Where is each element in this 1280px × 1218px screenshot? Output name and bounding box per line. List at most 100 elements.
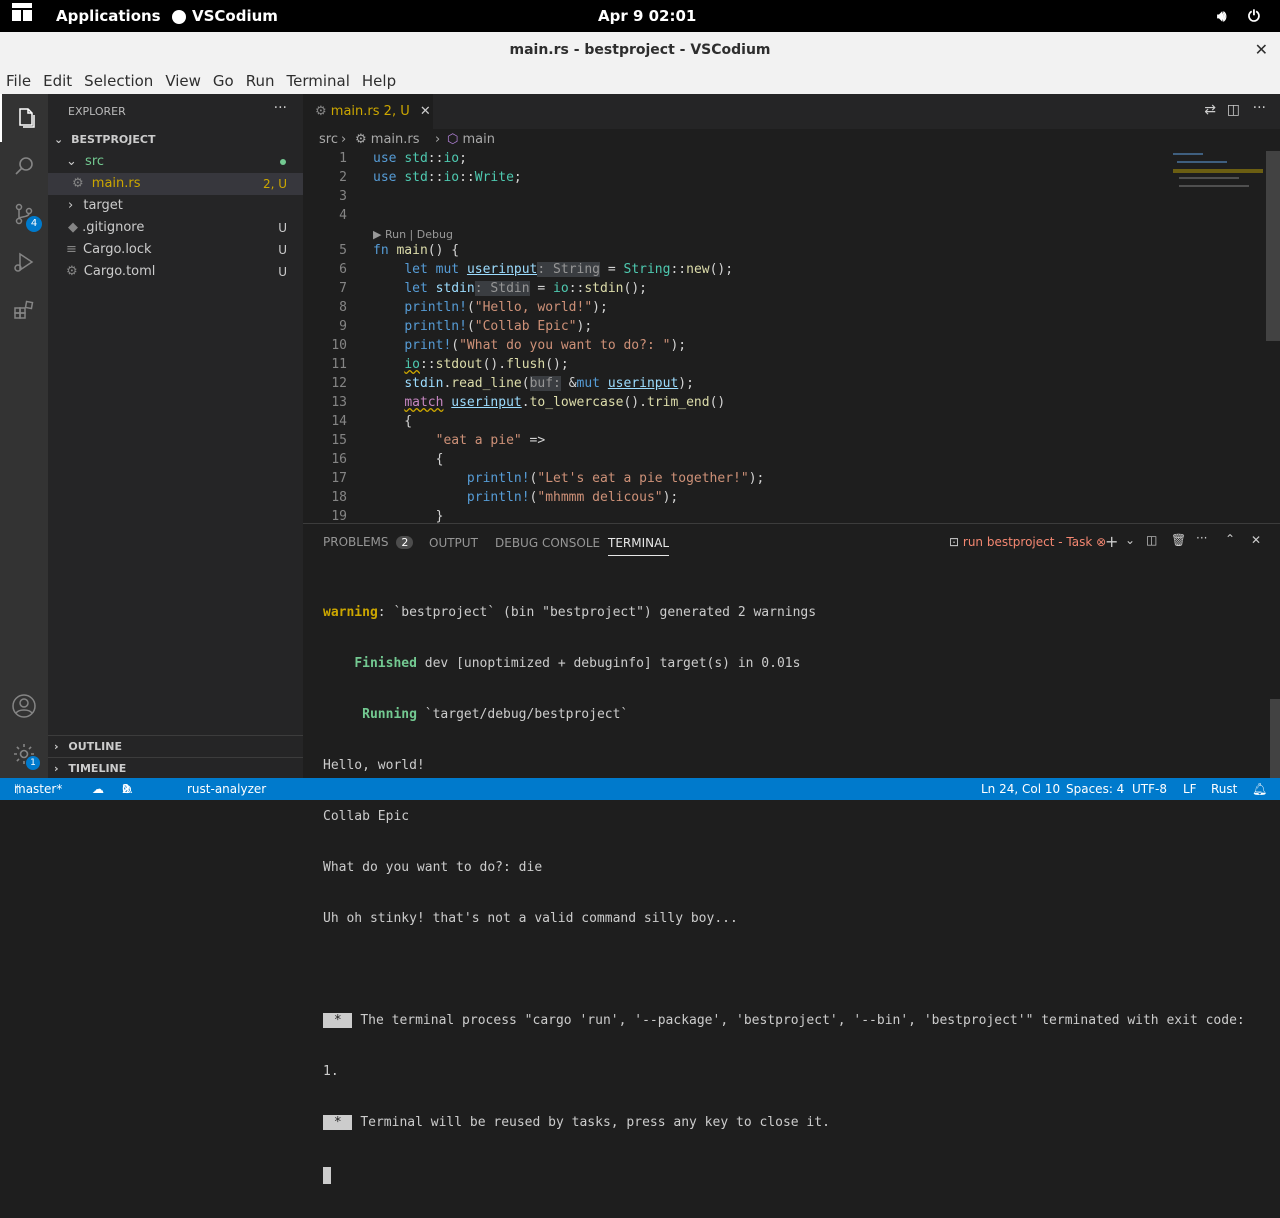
terminal-task-selector[interactable]: ⊡ run bestproject - Task ⊗	[949, 535, 1106, 549]
tab-label: main.rs	[330, 104, 380, 119]
rust-file-icon: ⚙︎	[315, 104, 327, 119]
line-number: 14	[331, 414, 347, 429]
problems-count-badge: 2	[396, 536, 414, 549]
menu-terminal[interactable]: Terminal	[281, 68, 356, 94]
outline-section[interactable]: › OUTLINE	[48, 735, 303, 758]
function-icon: ⬡	[447, 132, 459, 147]
terminal-icon: ⊡	[949, 535, 960, 549]
timeline-section[interactable]: › TIMELINE	[48, 757, 303, 780]
split-terminal-icon[interactable]: ◫	[1146, 533, 1157, 547]
terminal-line: Hello, world!	[323, 758, 425, 773]
compare-changes-icon[interactable]: ⇄	[1204, 102, 1216, 118]
tree-item-cargo-toml[interactable]: ⚙︎ Cargo.toml U	[48, 261, 303, 283]
menu-help[interactable]: Help	[356, 68, 402, 94]
code-line-18: println!("mhmmm delicous");	[466, 490, 679, 505]
tree-item-target[interactable]: › target	[48, 195, 303, 217]
volume-icon[interactable]: 🔊︎	[1217, 0, 1226, 32]
more-actions-icon[interactable]: ···	[274, 100, 287, 116]
minimap[interactable]	[1171, 151, 1267, 211]
tree-item-gitignore[interactable]: ◆ .gitignore U	[48, 217, 303, 239]
menu-edit[interactable]: Edit	[37, 68, 78, 94]
run-debug-icon[interactable]	[0, 238, 48, 286]
encoding[interactable]: UTF-8	[1132, 778, 1167, 800]
code-line-14: {	[373, 414, 413, 429]
code-editor[interactable]: 1 2 3 4 5 6 7 8 9 10 11 12 13 14 15 16 1…	[303, 151, 1280, 523]
menu-run[interactable]: Run	[240, 68, 281, 94]
manage-gear-icon[interactable]: 1	[0, 730, 48, 778]
breadcrumb-main[interactable]: ⬡ main	[447, 132, 495, 147]
power-icon[interactable]: ⏻	[1248, 0, 1260, 32]
terminal-output[interactable]: warning: `bestproject` (bin "bestproject…	[323, 570, 1263, 1218]
outline-header: OUTLINE	[68, 740, 122, 753]
clock[interactable]: Apr 9 02:01	[598, 0, 696, 32]
language-mode[interactable]: Rust	[1211, 778, 1237, 800]
cursor-position[interactable]: Ln 24, Col 10	[981, 778, 1060, 800]
editor-scrollbar[interactable]	[1266, 151, 1280, 341]
system-top-bar: Applications VSCodium Apr 9 02:01 🔊︎ ⏻	[0, 0, 1280, 32]
applications-menu[interactable]: Applications	[56, 0, 161, 32]
line-number: 1	[339, 151, 347, 166]
code-line-15: "eat a pie" =>	[435, 433, 546, 448]
source-control-icon[interactable]: 4	[0, 190, 48, 238]
tree-item-src[interactable]: ⌄ src	[48, 151, 303, 173]
new-terminal-icon[interactable]: +	[1105, 532, 1118, 551]
rust-analyzer-status[interactable]: rust-analyzer	[187, 778, 266, 800]
close-window-icon[interactable]: ✕	[1255, 32, 1268, 68]
split-editor-icon[interactable]: ◫	[1227, 102, 1240, 118]
activities-icon[interactable]	[12, 0, 32, 32]
chevron-down-icon[interactable]: ⌄	[1125, 533, 1135, 547]
terminal-scrollbar[interactable]	[1270, 699, 1280, 779]
breadcrumb-main-rs[interactable]: ⚙︎ main.rs	[355, 132, 420, 147]
terminal-message: Terminal will be reused by tasks, press …	[360, 1115, 830, 1130]
app-indicator[interactable]: VSCodium	[172, 0, 278, 32]
code-line-7: let stdin: Stdin = io::stdin();	[404, 281, 647, 296]
more-actions-icon[interactable]: ···	[1196, 531, 1207, 545]
trash-icon[interactable]: 🗑︎	[1171, 533, 1186, 547]
menu-selection[interactable]: Selection	[78, 68, 159, 94]
tab-label: PROBLEMS	[323, 535, 389, 549]
close-tab-icon[interactable]: ✕	[420, 104, 431, 119]
notifications-bell-icon[interactable]: 🔔︎	[1252, 778, 1267, 800]
menu-file[interactable]: File	[0, 68, 37, 94]
chevron-down-icon: ⌄	[66, 154, 77, 169]
tree-item-cargo-lock[interactable]: ≡ Cargo.lock U	[48, 239, 303, 261]
app-name: VSCodium	[192, 7, 278, 25]
indentation[interactable]: Spaces: 4	[1066, 778, 1124, 800]
sync-icon[interactable]: ☁︎	[92, 778, 104, 800]
project-folder[interactable]: ⌄ BESTPROJECT	[48, 129, 303, 151]
tab-problems[interactable]: PROBLEMS 2	[323, 535, 414, 549]
window-title-bar: main.rs - bestproject - VSCodium ✕	[0, 32, 1280, 68]
tree-item-label: target	[83, 198, 123, 213]
codelens-run-debug[interactable]: ▶ Run | Debug	[373, 228, 453, 241]
end-of-line[interactable]: LF	[1183, 778, 1197, 800]
extensions-icon[interactable]	[0, 286, 48, 334]
file-status-badge: U	[278, 265, 287, 279]
close-panel-icon[interactable]: ✕	[1251, 533, 1261, 547]
maximize-panel-icon[interactable]: ⌃	[1225, 532, 1235, 546]
accounts-icon[interactable]	[0, 682, 48, 730]
terminal-line: Finished dev [unoptimized + debuginfo] t…	[354, 656, 801, 671]
line-number: 8	[339, 300, 347, 315]
file-status-badge: U	[278, 221, 287, 235]
tab-main-rs[interactable]: ⚙︎ main.rs 2, U ✕	[303, 94, 433, 129]
codelens-label: Run | Debug	[384, 228, 453, 241]
terminal-line: Collab Epic	[323, 809, 410, 824]
tree-item-main-rs[interactable]: ⚙︎ main.rs 2, U	[48, 173, 303, 195]
line-number: 18	[331, 490, 347, 505]
tab-debug-console[interactable]: DEBUG CONSOLE	[495, 536, 600, 550]
menu-go[interactable]: Go	[207, 68, 240, 94]
more-actions-icon[interactable]: ···	[1253, 100, 1266, 116]
line-number: 4	[339, 208, 347, 223]
explorer-icon[interactable]	[0, 94, 50, 142]
chevron-right-icon: ›	[54, 762, 59, 775]
explorer-header: EXPLORER	[68, 105, 126, 118]
menu-view[interactable]: View	[159, 68, 207, 94]
tab-output[interactable]: OUTPUT	[429, 536, 478, 550]
code-line-1: use std::io;	[373, 151, 467, 166]
timeline-header: TIMELINE	[68, 762, 127, 775]
asterisk-marker: *	[323, 1115, 353, 1130]
search-icon[interactable]	[0, 142, 48, 190]
tab-terminal[interactable]: TERMINAL	[608, 536, 670, 556]
settings-badge: 1	[26, 756, 40, 770]
breadcrumb-src[interactable]: src	[319, 132, 338, 147]
